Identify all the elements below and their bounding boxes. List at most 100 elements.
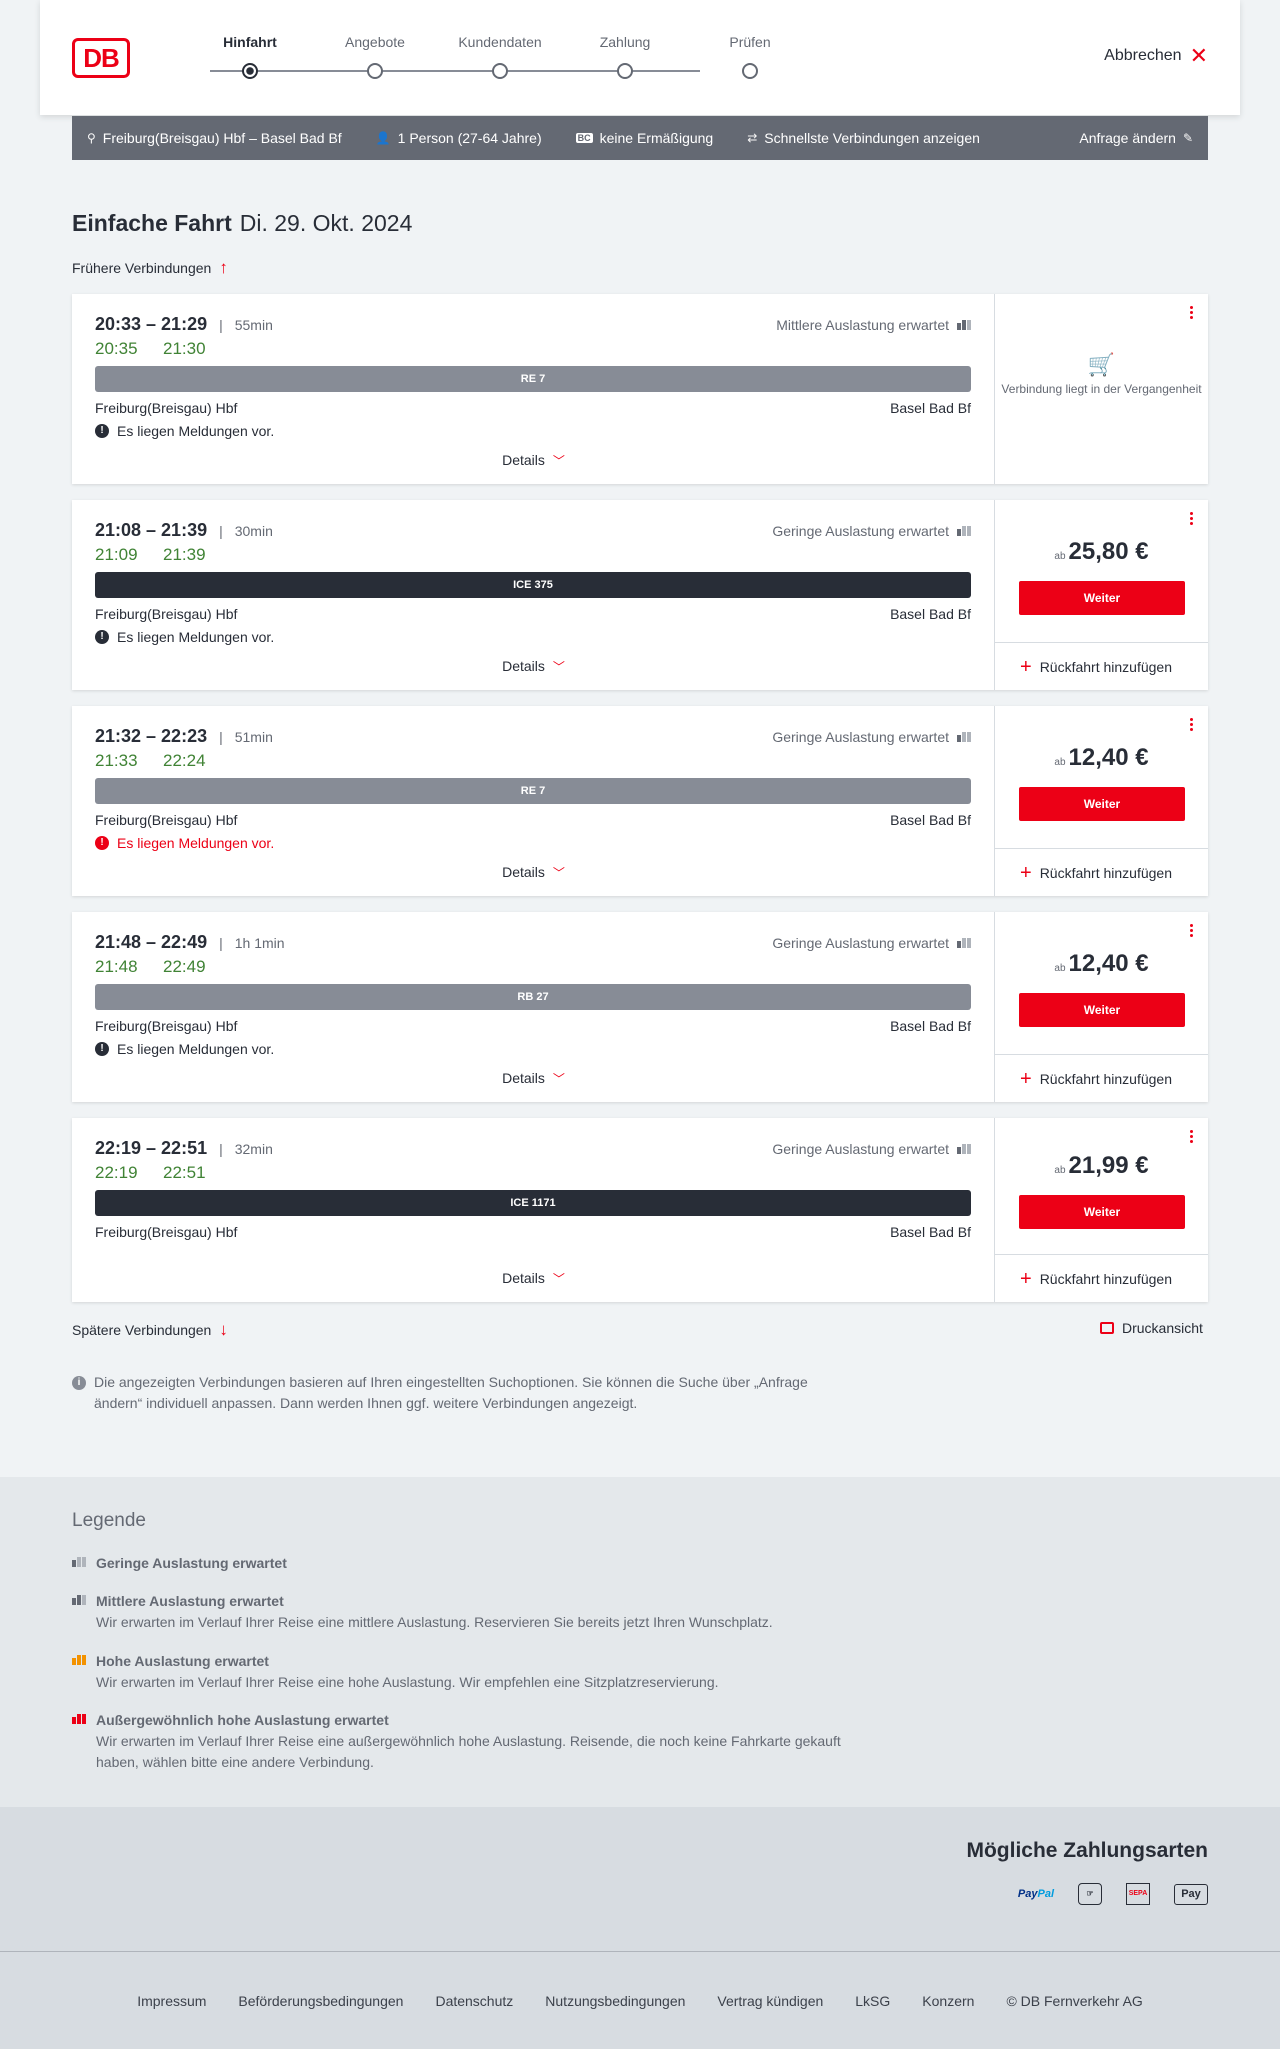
- details-toggle[interactable]: Details ﹀: [72, 864, 995, 881]
- past-text: Verbindung liegt in der Vergangenheit: [1001, 382, 1202, 396]
- option-summary: ⇄ Schnellste Verbindungen anzeigen: [747, 130, 980, 146]
- footer-link-lksg[interactable]: LkSG: [855, 1993, 890, 2049]
- train-bar[interactable]: RE 7: [95, 366, 971, 392]
- more-options-icon[interactable]: [1190, 512, 1194, 525]
- later-label: Spätere Verbindungen: [72, 1322, 212, 1338]
- info-text: Die angezeigten Verbindungen basieren au…: [94, 1374, 808, 1411]
- footer-link-konzern[interactable]: Konzern: [922, 1993, 974, 2049]
- footer-link-befoerderungsbedingungen[interactable]: Beförderungsbedingungen: [238, 1993, 403, 2049]
- connection-times: 21:48 – 22:49 | 1h 1min: [95, 932, 285, 953]
- realtime-times: 20:35 21:30: [95, 339, 231, 359]
- step-angebote[interactable]: Angebote: [315, 34, 435, 79]
- close-icon: ✕: [1189, 43, 1208, 68]
- step-label: Prüfen: [729, 34, 771, 50]
- destination-station: Basel Bad Bf: [890, 400, 971, 416]
- sepa-icon: SEPA: [1126, 1883, 1150, 1905]
- step-dot: [742, 63, 758, 79]
- destination-station: Basel Bad Bf: [890, 1224, 971, 1240]
- header: DB Hinfahrt Angebote Kundendaten Zahlung…: [40, 0, 1240, 115]
- cancel-label: Abbrechen: [1104, 47, 1182, 64]
- connection-info: 21:48 – 22:49 | 1h 1min 21:48 22:49 Geringe…: [72, 912, 995, 1102]
- continue-button[interactable]: Weiter: [1019, 581, 1185, 615]
- chevron-down-icon: ﹀: [552, 660, 565, 674]
- legend-item-title: Mittlere Auslastung erwartet: [72, 1591, 852, 1612]
- chevron-down-icon: ﹀: [552, 1072, 565, 1086]
- more-options-icon[interactable]: [1190, 306, 1194, 319]
- plus-icon: +: [1020, 861, 1032, 884]
- chevron-down-icon: ﹀: [552, 866, 565, 880]
- details-toggle[interactable]: Details ﹀: [72, 1270, 995, 1287]
- duration: 55min: [234, 316, 273, 333]
- footer-link-nutzungsbedingungen[interactable]: Nutzungsbedingungen: [545, 1993, 685, 2049]
- change-request-button[interactable]: Anfrage ändern ✎: [1079, 130, 1193, 146]
- offer-panel: ab 25,80 € Weiter + Rückfahrt hinzufügen: [995, 500, 1208, 690]
- occupancy-indicator: Mittlere Auslastung erwartet: [776, 317, 971, 333]
- messages-text: Es liegen Meldungen vor.: [117, 423, 275, 439]
- occupancy-indicator: Geringe Auslastung erwartet: [772, 935, 971, 951]
- details-toggle[interactable]: Details ﹀: [72, 658, 995, 675]
- occupancy-high-icon: [72, 1655, 86, 1665]
- step-pruefen[interactable]: Prüfen: [690, 34, 810, 79]
- continue-button[interactable]: Weiter: [1019, 993, 1185, 1027]
- continue-button[interactable]: Weiter: [1019, 787, 1185, 821]
- connection-info: 21:08 – 21:39 | 30min 21:09 21:39 Geringe A…: [72, 500, 995, 690]
- details-toggle[interactable]: Details ﹀: [72, 1070, 995, 1087]
- occupancy-low-icon: [957, 938, 971, 948]
- occupancy-indicator: Geringe Auslastung erwartet: [772, 1141, 971, 1157]
- train-bar[interactable]: RB 27: [95, 984, 971, 1010]
- step-zahlung[interactable]: Zahlung: [565, 34, 685, 79]
- occupancy-medium-icon: [957, 320, 971, 330]
- travellers-text: 1 Person (27-64 Jahre): [397, 130, 542, 146]
- more-options-icon[interactable]: [1190, 1130, 1194, 1143]
- alert-icon: !: [95, 836, 109, 850]
- details-toggle[interactable]: Details ﹀: [72, 452, 995, 469]
- occupancy-medium-icon: [72, 1595, 86, 1605]
- return-label: Rückfahrt hinzufügen: [1039, 1070, 1172, 1087]
- destination-station: Basel Bad Bf: [890, 812, 971, 828]
- planned-times: 22:19 – 22:51: [95, 1138, 208, 1158]
- realtime-times: 21:09 21:39: [95, 545, 231, 565]
- separator: |: [219, 316, 223, 333]
- trip-type: Einfache Fahrt: [72, 210, 232, 236]
- planned-times: 21:08 – 21:39: [95, 520, 208, 540]
- footer-link-vertrag-kuendigen[interactable]: Vertrag kündigen: [717, 1993, 823, 2049]
- realtime-departure: 21:48: [95, 957, 138, 976]
- occupancy-indicator: Geringe Auslastung erwartet: [772, 729, 971, 745]
- bahncard-icon: BC: [575, 133, 593, 143]
- occupancy-indicator: Geringe Auslastung erwartet: [772, 523, 971, 539]
- add-return-button[interactable]: + Rückfahrt hinzufügen: [995, 848, 1208, 896]
- messages-notice: ! Es liegen Meldungen vor.: [95, 629, 274, 645]
- alert-icon: !: [95, 630, 109, 644]
- legend-item-title: Außergewöhnlich hohe Auslastung erwartet: [72, 1710, 852, 1731]
- later-connections-link[interactable]: Spätere Verbindungen ↓: [72, 1320, 228, 1340]
- print-label: Druckansicht: [1122, 1320, 1203, 1336]
- connection-times: 22:19 – 22:51 | 32min: [95, 1138, 273, 1159]
- print-view-link[interactable]: Druckansicht: [1100, 1320, 1203, 1336]
- train-bar[interactable]: ICE 1171: [95, 1190, 971, 1216]
- step-label: Angebote: [345, 34, 405, 50]
- step-kundendaten[interactable]: Kundendaten: [440, 34, 560, 79]
- cancel-button[interactable]: Abbrechen ✕: [1104, 43, 1208, 68]
- details-label: Details: [502, 658, 545, 674]
- connection-card: 21:08 – 21:39 | 30min 21:09 21:39 Geringe A…: [72, 500, 1208, 690]
- footer-link-datenschutz[interactable]: Datenschutz: [435, 1993, 513, 2049]
- continue-button[interactable]: Weiter: [1019, 1195, 1185, 1229]
- earlier-label: Frühere Verbindungen: [72, 260, 212, 276]
- more-options-icon[interactable]: [1190, 924, 1194, 937]
- realtime-arrival: 22:49: [163, 957, 206, 976]
- add-return-button[interactable]: + Rückfahrt hinzufügen: [995, 1054, 1208, 1102]
- legend-title: Legende: [72, 1510, 146, 1531]
- train-bar[interactable]: ICE 375: [95, 572, 971, 598]
- db-logo[interactable]: DB: [72, 38, 130, 78]
- occupancy-low-icon: [72, 1557, 86, 1567]
- add-return-button[interactable]: + Rückfahrt hinzufügen: [995, 642, 1208, 690]
- train-bar[interactable]: RE 7: [95, 778, 971, 804]
- footer-link-impressum[interactable]: Impressum: [137, 1993, 206, 2049]
- step-hinfahrt[interactable]: Hinfahrt: [190, 34, 310, 79]
- add-return-button[interactable]: + Rückfahrt hinzufügen: [995, 1254, 1208, 1302]
- more-options-icon[interactable]: [1190, 718, 1194, 731]
- price-prefix: ab: [1054, 1165, 1066, 1176]
- price: ab 21,99 €: [995, 1152, 1208, 1180]
- booking-stepper: Hinfahrt Angebote Kundendaten Zahlung Pr…: [185, 34, 771, 94]
- earlier-connections-link[interactable]: Frühere Verbindungen ↑: [72, 258, 228, 278]
